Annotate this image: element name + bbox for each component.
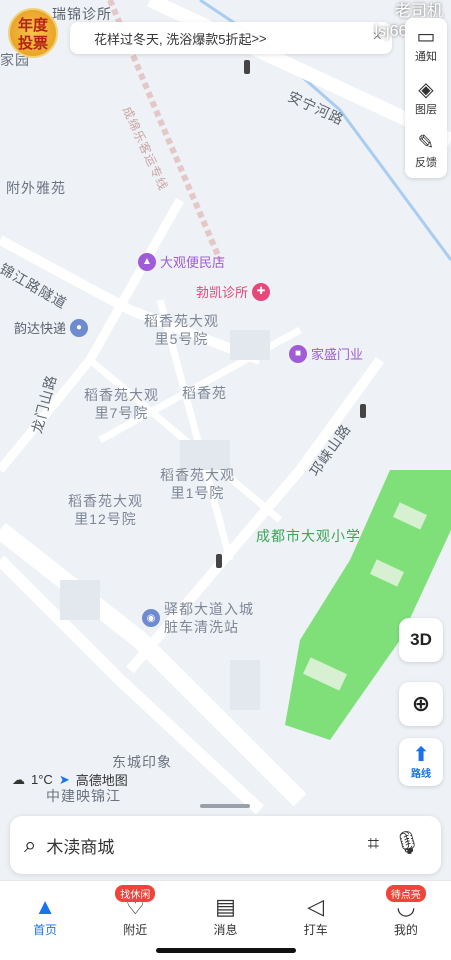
feedback-label: 反馈: [415, 156, 437, 169]
nearby-badge: 找休闲: [115, 885, 156, 902]
feedback-button[interactable]: ✎ 反馈: [405, 124, 447, 177]
label-fuwai: 附外雅苑: [6, 180, 66, 196]
weather-widget[interactable]: ☁ 1°C ➤ 高德地图: [12, 770, 128, 789]
label-dongcheng: 东城印象: [112, 754, 172, 770]
route-button[interactable]: ⬆ 路线: [399, 738, 443, 786]
car-wash-icon: ◉: [142, 609, 160, 627]
label-daxiang12: 稻香苑大观 里12号院: [68, 493, 143, 527]
layers-icon: ◈: [418, 78, 434, 101]
locate-button[interactable]: ⊕: [399, 682, 443, 726]
search-input[interactable]: 木渎商城: [46, 833, 114, 858]
poi-jiasheng-label: 家盛门业: [311, 347, 364, 362]
location-pin-icon: ●: [70, 318, 89, 337]
tab-profile-label: 我的: [393, 923, 418, 937]
amap-logo-icon: ➤: [58, 771, 70, 787]
navigate-icon: ▲: [34, 894, 56, 919]
tab-taxi-label: 打车: [303, 923, 328, 937]
year-badge-line2: 投票: [17, 35, 48, 52]
label-daxiang: 稻香苑: [182, 385, 227, 401]
poi-yunda[interactable]: 韵达快递 ●: [14, 318, 89, 337]
profile-badge: 待点亮: [385, 885, 426, 902]
cloud-icon: ☁: [12, 771, 25, 787]
tab-messages-label: 消息: [213, 923, 238, 937]
notify-button[interactable]: ▭ 通知: [405, 18, 447, 71]
tab-nearby-label: 附近: [123, 923, 148, 937]
label-daxiang1: 稻香苑大观 里1号院: [160, 467, 235, 501]
label-daxiang5: 稻香苑大观 里5号院: [144, 313, 219, 347]
drag-handle[interactable]: [200, 804, 250, 808]
poi-dagu-label: 大观便民店: [160, 255, 226, 270]
scan-icon[interactable]: ⌗: [368, 833, 379, 856]
year-badge-line1: 年度: [17, 17, 48, 34]
clinic-icon: ✚: [252, 282, 271, 301]
search-bar[interactable]: ⌕ 木渎商城 ⌗ 🎙: [10, 816, 441, 874]
taxi-icon: ◁: [307, 894, 325, 919]
store-icon: ■: [289, 344, 307, 363]
poi-washing-label: 驿都大道入城 脏车清洗站: [164, 601, 254, 635]
crosshair-icon: ⊕: [411, 691, 431, 716]
microphone-icon[interactable]: 🎙: [393, 830, 421, 856]
message-icon: ▤: [215, 894, 236, 919]
bell-icon: ▭: [416, 25, 436, 48]
route-arrow-icon: ⬆: [412, 743, 430, 766]
feedback-icon: ✎: [417, 131, 435, 154]
weather-temp: 1°C: [31, 772, 53, 787]
map-view[interactable]: 瑞锦诊所 家园 安宁河路 成绵乐客运专线 附外雅苑 ▲ 大观便民店 锦江路隧道 …: [0, 0, 451, 880]
search-icon: ⌕: [24, 832, 37, 857]
poi-yunda-label: 韵达快递: [14, 321, 67, 336]
notify-label: 通知: [415, 50, 437, 63]
tab-home[interactable]: ▲ 首页: [0, 881, 90, 960]
tab-home-label: 首页: [33, 923, 58, 937]
layers-label: 图层: [415, 103, 437, 116]
poi-jiasheng[interactable]: ■ 家盛门业: [289, 344, 363, 363]
label-school: 成都市大观小学: [256, 528, 361, 544]
shop-icon: ▲: [138, 252, 156, 271]
poi-washing-station[interactable]: ◉ 驿都大道入城 脏车清洗站: [142, 600, 254, 636]
3d-button[interactable]: 3D: [399, 618, 443, 662]
poi-dagu-store[interactable]: ▲ 大观便民店: [138, 252, 225, 271]
banner-text: 花样过冬天, 洗浴爆款5折起: [94, 31, 252, 47]
banner-more-icon: >>: [251, 30, 267, 46]
route-label: 路线: [411, 768, 431, 780]
map-canvas: [0, 0, 451, 880]
year-vote-badge[interactable]: 年度 投票: [8, 8, 58, 58]
brand-label: 高德地图: [75, 773, 128, 788]
poi-jiankai-label: 勃凯诊所: [196, 285, 249, 300]
label-zhongjian: 中建映锦江: [46, 788, 121, 804]
map-tools-panel: ▭ 通知 ◈ 图层 ✎ 反馈: [405, 18, 447, 178]
promo-banner[interactable]: 花样过冬天, 洗浴爆款5折起 >> ×: [70, 22, 392, 54]
label-daxiang7: 稻香苑大观 里7号院: [84, 387, 159, 421]
layers-button[interactable]: ◈ 图层: [405, 71, 447, 124]
poi-ruijin[interactable]: 瑞锦诊所: [52, 4, 112, 24]
home-indicator: [156, 948, 296, 953]
poi-jiankai-clinic[interactable]: 勃凯诊所 ✚: [196, 282, 271, 301]
tab-profile[interactable]: 待点亮 ◡ 我的: [361, 881, 451, 960]
